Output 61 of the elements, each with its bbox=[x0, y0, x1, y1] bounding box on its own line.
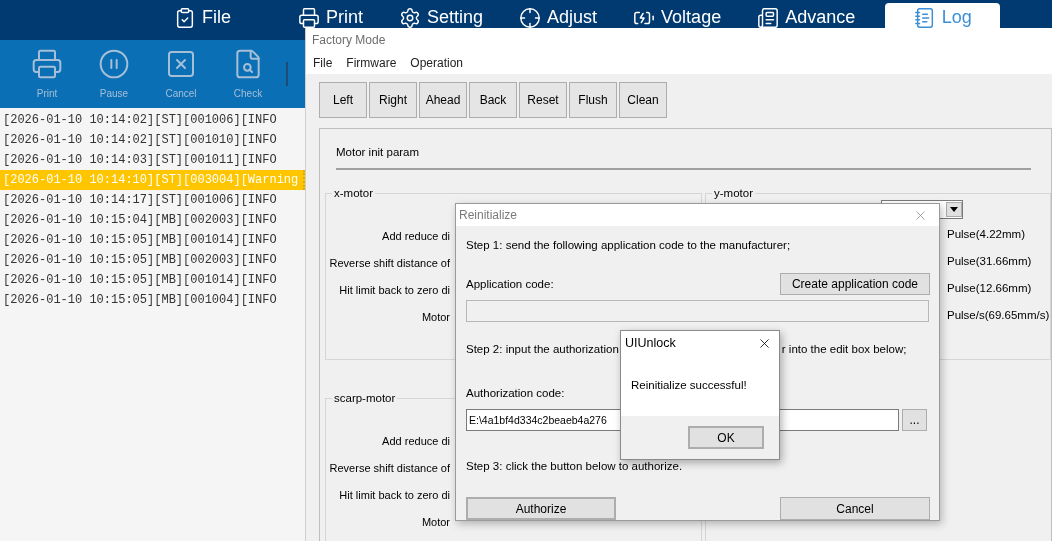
cancel-button[interactable]: Cancel bbox=[780, 497, 930, 520]
dialog-title: Reinitialize bbox=[459, 207, 518, 224]
toolbar-button[interactable]: Clean bbox=[619, 82, 667, 118]
create-code-button[interactable]: Create application code bbox=[780, 273, 930, 296]
nav-tab[interactable]: Voltage bbox=[625, 3, 730, 28]
field-label: Authorization code: bbox=[466, 385, 565, 401]
menu-item[interactable]: Operation bbox=[410, 54, 464, 72]
toolbar-button[interactable]: Ahead bbox=[419, 82, 467, 118]
instruction-text: Step 2: input the authorization bbox=[466, 342, 619, 358]
nav-tab[interactable]: File bbox=[166, 3, 290, 28]
notebook-icon bbox=[913, 7, 936, 28]
toolbar-button[interactable]: Flush bbox=[569, 82, 617, 118]
log-entry[interactable]: [2026-01-10 10:14:17][ST][001006][INFO bbox=[0, 190, 305, 210]
toolbar-button[interactable]: Right bbox=[369, 82, 417, 118]
toolbar-button[interactable]: Reset bbox=[519, 82, 567, 118]
message-text: Reinitialize successful! bbox=[631, 377, 747, 393]
window-title: Factory Mode bbox=[312, 32, 386, 49]
section-title: Motor init param bbox=[336, 146, 420, 158]
group-title: x-motor bbox=[333, 186, 374, 201]
log-entry[interactable]: [2026-01-10 10:15:05][MB][001014][INFO bbox=[0, 230, 305, 250]
parameter-label: Reverse shift distance of bbox=[329, 461, 450, 477]
clipboard-check-icon bbox=[174, 7, 196, 28]
nav-tab[interactable]: Log bbox=[885, 3, 1001, 28]
parameter-label: Motor bbox=[421, 310, 450, 326]
parameter-label: Add reduce di bbox=[382, 229, 450, 245]
group-title: y-motor bbox=[713, 186, 754, 201]
instruction-text: r into the edit box below; bbox=[781, 342, 907, 358]
log-entry[interactable]: [2026-01-10 10:15:05][MB][002003][INFO bbox=[0, 250, 305, 270]
pulse-reading: Pulse(4.22mm) bbox=[947, 227, 1026, 243]
dialog-title: UIUnlock bbox=[625, 334, 676, 352]
nav-tab[interactable]: Print bbox=[290, 3, 371, 28]
authorize-button[interactable]: Authorize bbox=[466, 497, 616, 520]
pause-icon bbox=[98, 47, 130, 80]
browse-button[interactable]: ... bbox=[902, 408, 927, 431]
parameter-label: Hit limit back to zero di bbox=[339, 283, 450, 299]
nav-tab[interactable]: Advance bbox=[749, 3, 864, 28]
log-entry[interactable]: [2026-01-10 10:15:05][MB][001014][INFO bbox=[0, 270, 305, 290]
instruction-text: Step 1: send the following application code to the manufacturer; bbox=[466, 238, 792, 253]
group-title: scarp-motor bbox=[333, 391, 397, 406]
pulse-reading: Pulse(31.66mm) bbox=[947, 254, 1033, 270]
parameter-label: Add reduce di bbox=[382, 434, 450, 450]
log-entry[interactable]: [2026-01-10 10:14:03][ST][001011][INFO bbox=[0, 150, 305, 170]
log-entry[interactable]: [2026-01-10 10:15:04][MB][002003][INFO bbox=[0, 210, 305, 230]
field-label: Application code: bbox=[466, 276, 554, 292]
log-entry[interactable]: [2026-01-10 10:15:05][MB][001004][INFO bbox=[0, 290, 305, 310]
menu-item[interactable]: File bbox=[313, 54, 333, 72]
ok-button[interactable]: OK bbox=[688, 426, 764, 449]
parameter-label: Motor bbox=[421, 515, 450, 531]
nav-tab[interactable]: Setting bbox=[391, 3, 492, 28]
log-entry[interactable]: [2026-01-10 10:14:02][ST][001010][INFO bbox=[0, 130, 305, 150]
nav-tab[interactable]: Adjust bbox=[511, 3, 606, 28]
parameter-label: Hit limit back to zero di bbox=[339, 488, 450, 504]
pulse-reading: Pulse(12.66mm) bbox=[947, 281, 1033, 297]
printer-icon bbox=[31, 47, 63, 80]
log-entry[interactable]: [2026-01-10 10:14:02][ST][001006][INFO bbox=[0, 110, 305, 130]
pulse-reading: Pulse/s(69.65mm/s) bbox=[947, 308, 1050, 324]
parameter-label: Reverse shift distance of bbox=[329, 256, 450, 272]
menu-item[interactable]: Firmware bbox=[346, 54, 397, 72]
instruction-text: Step 3: click the button below to authorize. bbox=[466, 458, 684, 474]
toolbar-button[interactable]: Left bbox=[319, 82, 367, 118]
toolbar-button[interactable]: Back bbox=[469, 82, 517, 118]
